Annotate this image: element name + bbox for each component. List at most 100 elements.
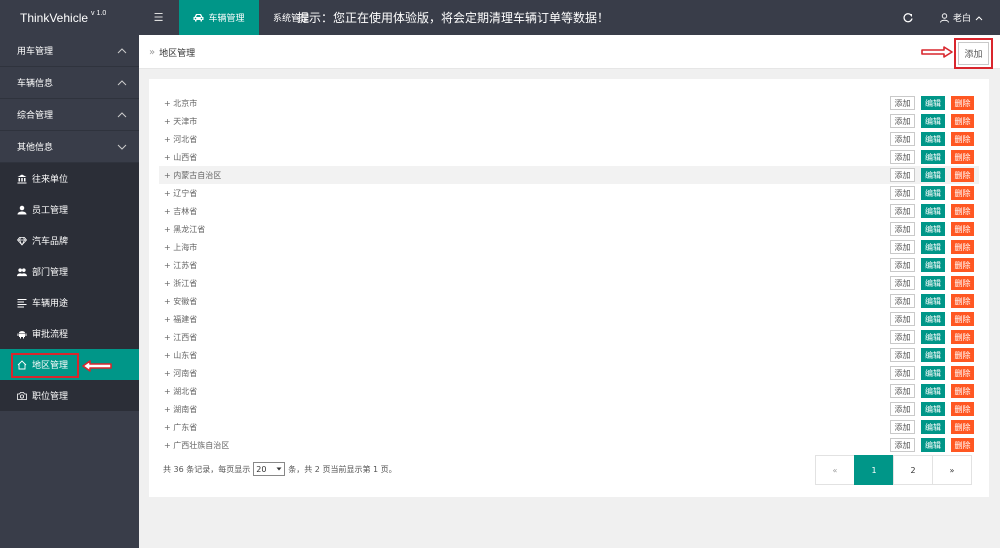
- add-region-button[interactable]: 添加: [958, 42, 989, 65]
- sidebar-item-car-brands[interactable]: 汽车品牌: [0, 225, 139, 256]
- row-edit-button[interactable]: 编辑: [921, 150, 945, 164]
- region-name[interactable]: + 安徽省: [164, 296, 197, 307]
- page-size-select[interactable]: 20: [253, 462, 286, 476]
- row-delete-button[interactable]: 删除: [951, 204, 974, 218]
- row-edit-button[interactable]: 编辑: [921, 258, 945, 272]
- region-name[interactable]: + 北京市: [164, 98, 197, 109]
- row-add-button[interactable]: 添加: [890, 366, 915, 380]
- row-edit-button[interactable]: 编辑: [921, 114, 945, 128]
- row-delete-button[interactable]: 删除: [951, 240, 974, 254]
- row-edit-button[interactable]: 编辑: [921, 420, 945, 434]
- sidebar-item-approval-flow[interactable]: 审批流程: [0, 318, 139, 349]
- user-menu[interactable]: 老白: [940, 0, 983, 35]
- tab-vehicle-management[interactable]: 车辆管理: [179, 0, 259, 35]
- region-name[interactable]: + 湖北省: [164, 386, 197, 397]
- sidebar-group-vehicle-info[interactable]: 车辆信息: [0, 67, 139, 99]
- row-delete-button[interactable]: 删除: [951, 294, 974, 308]
- row-edit-button[interactable]: 编辑: [921, 186, 945, 200]
- row-delete-button[interactable]: 删除: [951, 222, 974, 236]
- row-edit-button[interactable]: 编辑: [921, 204, 945, 218]
- row-delete-button[interactable]: 删除: [951, 276, 974, 290]
- region-name[interactable]: + 湖南省: [164, 404, 197, 415]
- row-delete-button[interactable]: 删除: [951, 366, 974, 380]
- region-name[interactable]: + 浙江省: [164, 278, 197, 289]
- sidebar-item-employees[interactable]: 员工管理: [0, 194, 139, 225]
- region-name[interactable]: + 天津市: [164, 116, 197, 127]
- region-name[interactable]: + 内蒙古自治区: [164, 170, 221, 181]
- row-edit-button[interactable]: 编辑: [921, 384, 945, 398]
- row-edit-button[interactable]: 编辑: [921, 294, 945, 308]
- row-add-button[interactable]: 添加: [890, 294, 915, 308]
- sidebar-item-vehicle-usage[interactable]: 车辆用途: [0, 287, 139, 318]
- row-add-button[interactable]: 添加: [890, 312, 915, 326]
- row-add-button[interactable]: 添加: [890, 204, 915, 218]
- row-delete-button[interactable]: 删除: [951, 150, 974, 164]
- row-add-button[interactable]: 添加: [890, 438, 915, 452]
- menu-toggle-icon[interactable]: ☰: [139, 0, 178, 35]
- row-edit-button[interactable]: 编辑: [921, 222, 945, 236]
- region-name[interactable]: + 黑龙江省: [164, 224, 205, 235]
- refresh-icon[interactable]: [896, 0, 920, 35]
- row-edit-button[interactable]: 编辑: [921, 312, 945, 326]
- region-name[interactable]: + 山西省: [164, 152, 197, 163]
- brand-logo[interactable]: ThinkVehicle v 1.0: [0, 0, 139, 35]
- row-delete-button[interactable]: 删除: [951, 186, 974, 200]
- row-add-button[interactable]: 添加: [890, 114, 915, 128]
- row-add-button[interactable]: 添加: [890, 330, 915, 344]
- row-edit-button[interactable]: 编辑: [921, 438, 945, 452]
- sidebar-item-positions[interactable]: 职位管理: [0, 380, 139, 411]
- row-delete-button[interactable]: 删除: [951, 168, 974, 182]
- row-delete-button[interactable]: 删除: [951, 384, 974, 398]
- pagination-next[interactable]: »: [932, 455, 972, 485]
- row-edit-button[interactable]: 编辑: [921, 132, 945, 146]
- row-edit-button[interactable]: 编辑: [921, 402, 945, 416]
- row-add-button[interactable]: 添加: [890, 132, 915, 146]
- row-delete-button[interactable]: 删除: [951, 132, 974, 146]
- row-add-button[interactable]: 添加: [890, 258, 915, 272]
- row-add-button[interactable]: 添加: [890, 240, 915, 254]
- region-name[interactable]: + 辽宁省: [164, 188, 197, 199]
- row-add-button[interactable]: 添加: [890, 168, 915, 182]
- pagination-page-1[interactable]: 1: [854, 455, 894, 485]
- row-delete-button[interactable]: 删除: [951, 312, 974, 326]
- row-add-button[interactable]: 添加: [890, 222, 915, 236]
- row-add-button[interactable]: 添加: [890, 186, 915, 200]
- region-name[interactable]: + 广东省: [164, 422, 197, 433]
- region-name[interactable]: + 江西省: [164, 332, 197, 343]
- row-delete-button[interactable]: 删除: [951, 438, 974, 452]
- sidebar-group-car-usage[interactable]: 用车管理: [0, 35, 139, 67]
- row-add-button[interactable]: 添加: [890, 348, 915, 362]
- pagination-page-2[interactable]: 2: [893, 455, 933, 485]
- row-edit-button[interactable]: 编辑: [921, 276, 945, 290]
- row-edit-button[interactable]: 编辑: [921, 168, 945, 182]
- sidebar-item-partners[interactable]: 往来单位: [0, 163, 139, 194]
- row-delete-button[interactable]: 删除: [951, 258, 974, 272]
- row-edit-button[interactable]: 编辑: [921, 366, 945, 380]
- row-delete-button[interactable]: 删除: [951, 348, 974, 362]
- row-delete-button[interactable]: 删除: [951, 420, 974, 434]
- row-delete-button[interactable]: 删除: [951, 96, 974, 110]
- row-edit-button[interactable]: 编辑: [921, 240, 945, 254]
- region-name[interactable]: + 福建省: [164, 314, 197, 325]
- row-delete-button[interactable]: 删除: [951, 114, 974, 128]
- row-edit-button[interactable]: 编辑: [921, 96, 945, 110]
- row-add-button[interactable]: 添加: [890, 420, 915, 434]
- region-name[interactable]: + 上海市: [164, 242, 197, 253]
- pagination-prev[interactable]: «: [815, 455, 855, 485]
- region-name[interactable]: + 山东省: [164, 350, 197, 361]
- region-name[interactable]: + 河南省: [164, 368, 197, 379]
- region-name[interactable]: + 江苏省: [164, 260, 197, 271]
- row-add-button[interactable]: 添加: [890, 384, 915, 398]
- row-edit-button[interactable]: 编辑: [921, 330, 945, 344]
- row-add-button[interactable]: 添加: [890, 150, 915, 164]
- sidebar-group-general[interactable]: 综合管理: [0, 99, 139, 131]
- region-name[interactable]: + 吉林省: [164, 206, 197, 217]
- sidebar-group-other[interactable]: 其他信息: [0, 131, 139, 163]
- row-delete-button[interactable]: 删除: [951, 330, 974, 344]
- row-add-button[interactable]: 添加: [890, 96, 915, 110]
- row-add-button[interactable]: 添加: [890, 402, 915, 416]
- row-delete-button[interactable]: 删除: [951, 402, 974, 416]
- region-name[interactable]: + 广西壮族自治区: [164, 440, 229, 451]
- sidebar-item-departments[interactable]: 部门管理: [0, 256, 139, 287]
- row-add-button[interactable]: 添加: [890, 276, 915, 290]
